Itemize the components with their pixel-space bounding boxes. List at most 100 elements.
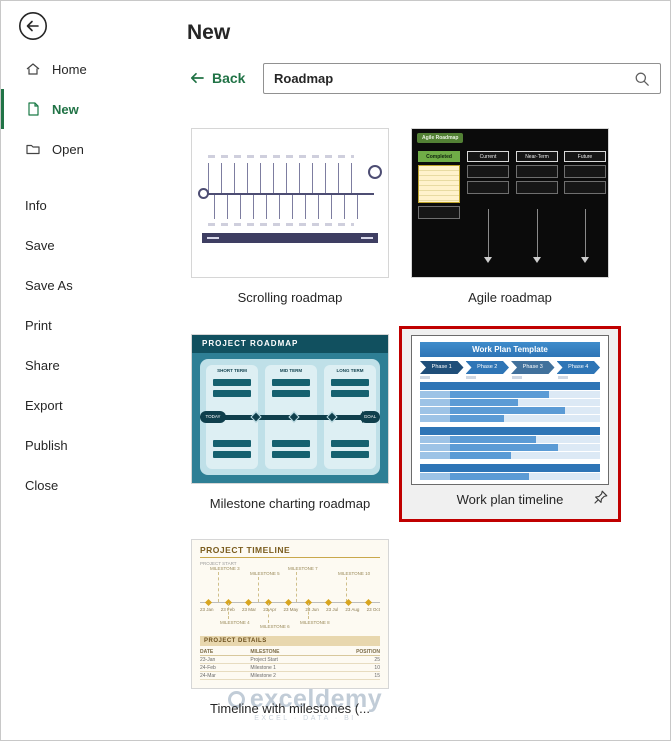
task-card — [467, 181, 509, 194]
menu-label: Save — [25, 237, 55, 253]
sidebar-item-share[interactable]: Share — [1, 345, 137, 385]
task-row — [420, 452, 600, 459]
template-cell-scrolling-roadmap[interactable]: Scrolling roadmap — [191, 128, 389, 305]
cell: 24-Mar — [200, 673, 216, 679]
axis-date-labels: 23 Jan 23 Feb 23 Mar 23 Apr 23 May 23 Ju… — [200, 607, 380, 612]
sidebar-item-new[interactable]: New — [1, 89, 137, 129]
pin-icon[interactable] — [592, 489, 609, 506]
phase-chevron: Phase 4 — [557, 361, 601, 374]
back-arrow-icon — [190, 72, 204, 84]
milestone-chip — [272, 440, 310, 447]
template-label: Milestone charting roadmap — [209, 496, 371, 511]
timeline-ticks-bottom — [214, 195, 360, 219]
template-thumbnail-milestone-roadmap[interactable]: PROJECT ROADMAP SHORT TERM MID TERM LONG… — [191, 334, 389, 484]
cell: 10 — [374, 665, 380, 671]
task-card — [516, 165, 558, 178]
sidebar-item-close[interactable]: Close — [1, 465, 137, 505]
template-cell-agile-roadmap[interactable]: Agile Roadmap Completed Current Near-Ter… — [411, 128, 609, 305]
table-row: 24-Feb Milestone 1 10 — [200, 664, 380, 672]
milestone-leader-line — [218, 572, 219, 602]
table-header-row: DATE MILESTONE POSITION — [200, 648, 380, 656]
milestone-label: MILESTONE 4 — [220, 620, 250, 625]
sidebar-item-export[interactable]: Export — [1, 385, 137, 425]
milestone-label: MILESTONE 10 — [338, 571, 371, 576]
milestone-chip — [272, 390, 310, 397]
section-header-bar — [420, 427, 600, 435]
goal-capsule: GOAL — [360, 411, 380, 423]
agile-column-completed: Completed — [418, 151, 460, 271]
completed-notes-panel — [418, 165, 460, 203]
template-cell-work-plan-timeline-selected[interactable]: Work Plan Template Phase 1 Phase 2 Phase… — [399, 326, 621, 522]
cell: Milestone 1 — [250, 665, 276, 671]
template-thumbnail-work-plan-timeline[interactable]: Work Plan Template Phase 1 Phase 2 Phase… — [411, 335, 609, 485]
template-thumbnail-agile-roadmap[interactable]: Agile Roadmap Completed Current Near-Ter… — [411, 128, 609, 278]
menu-label: Share — [25, 357, 60, 373]
milestone-leader-line — [296, 572, 297, 602]
sidebar-item-publish[interactable]: Publish — [1, 425, 137, 465]
down-arrow-icon — [484, 257, 492, 263]
template-label: Scrolling roadmap — [237, 290, 343, 305]
date-label: 23 Jul — [326, 607, 339, 612]
tiny-text-row — [420, 376, 600, 379]
sidebar-item-label: Home — [52, 61, 87, 77]
date-label: 23 Aug — [345, 607, 360, 612]
tiny-text-row — [208, 155, 354, 158]
sidebar-item-print[interactable]: Print — [1, 305, 137, 345]
search-input[interactable] — [264, 71, 634, 86]
menu-label: Info — [25, 197, 47, 213]
down-arrow-icon — [533, 257, 541, 263]
column-header: POSITION — [356, 649, 380, 655]
cell: Milestone 2 — [250, 673, 276, 679]
task-row — [420, 436, 600, 443]
milestone-diamond — [244, 598, 253, 607]
sidebar-item-save[interactable]: Save — [1, 225, 137, 265]
date-label: 23 Oct — [366, 607, 380, 612]
template-cell-milestone-roadmap[interactable]: PROJECT ROADMAP SHORT TERM MID TERM LONG… — [191, 334, 389, 511]
sidebar-item-home[interactable]: Home — [1, 49, 137, 89]
template-cell-timeline-with-milestones[interactable]: PROJECT TIMELINE PROJECT START MILESTONE… — [191, 539, 389, 716]
template-label: Timeline with milestones (... — [210, 701, 370, 716]
watermark-tagline: EXCEL · DATA · BI — [254, 715, 356, 722]
connector-line — [537, 209, 538, 257]
milestone-label: MILESTONE 7 — [288, 566, 318, 571]
template-search-box — [263, 63, 661, 94]
milestone-chip — [272, 451, 310, 458]
back-link-label: Back — [212, 70, 246, 86]
task-card — [564, 165, 606, 178]
milestone-chip — [331, 379, 369, 386]
backstage-sidebar: Home New Open Info Save Save As Print Sh… — [1, 1, 137, 740]
down-arrow-icon — [581, 257, 589, 263]
sidebar-item-open[interactable]: Open — [1, 129, 137, 169]
cell: 25 — [374, 657, 380, 663]
cell: Project Start — [250, 657, 278, 663]
sidebar-item-label: New — [52, 101, 79, 117]
column-header: Completed — [418, 151, 460, 162]
sidebar-item-info[interactable]: Info — [1, 185, 137, 225]
open-folder-icon — [25, 141, 41, 157]
menu-label: Close — [25, 477, 59, 493]
agile-column-current: Current — [467, 151, 509, 271]
template-thumbnail-timeline-with-milestones[interactable]: PROJECT TIMELINE PROJECT START MILESTONE… — [191, 539, 389, 689]
menu-label: Print — [25, 317, 52, 333]
task-row — [420, 391, 600, 398]
sidebar-item-save-as[interactable]: Save As — [1, 265, 137, 305]
sidebar-menu-items: Info Save Save As Print Share Export Pub… — [1, 185, 137, 505]
column-header: LONG TERM — [336, 368, 364, 373]
back-button[interactable] — [18, 11, 48, 41]
milestone-label: MILESTONE 3 — [210, 566, 240, 571]
project-roadmap-title: PROJECT ROADMAP — [192, 335, 388, 353]
sidebar-primary-items: Home New Open — [1, 49, 137, 169]
template-thumbnail-scrolling-roadmap[interactable] — [191, 128, 389, 278]
menu-label: Save As — [25, 277, 73, 293]
roadmap-panel: SHORT TERM MID TERM LONG TERM TODAY GOAL — [200, 359, 380, 475]
milestone-label: MILESTONE 5 — [250, 571, 280, 576]
search-icon[interactable] — [634, 71, 650, 87]
column-header: SHORT TERM — [217, 368, 247, 373]
back-to-results-link[interactable]: Back — [189, 70, 245, 86]
page-title: New — [187, 21, 231, 44]
date-label: 23 Mar — [241, 607, 256, 612]
timeline-goal-circle — [368, 165, 382, 179]
timeline-ticks-top — [208, 163, 354, 193]
connector-line — [585, 209, 586, 257]
project-details-table: DATE MILESTONE POSITION 23-Jan Project S… — [200, 648, 380, 680]
